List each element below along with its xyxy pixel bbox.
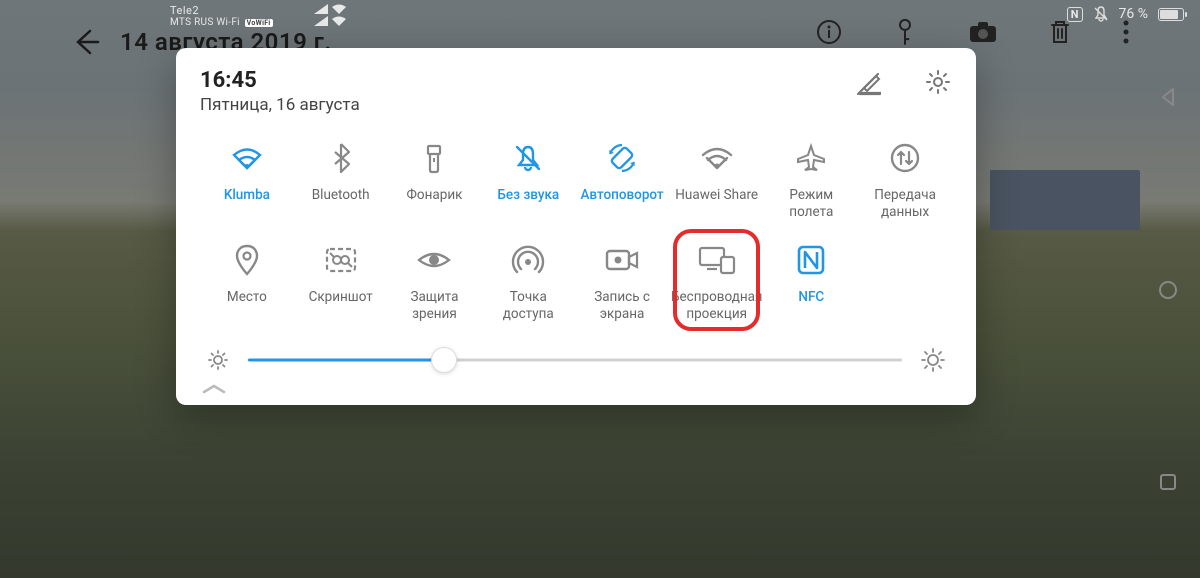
tile-label: Фонарик — [407, 187, 463, 223]
eye-comfort-icon — [416, 239, 452, 281]
tile-label: Huawei Share — [675, 187, 758, 223]
signal-icon — [314, 4, 346, 14]
nfc-indicator: N — [1067, 7, 1083, 22]
brightness-row — [200, 347, 952, 373]
tile-label: Точка доступа — [483, 289, 573, 325]
nav-recent[interactable] — [1158, 472, 1178, 492]
tile-label: Защита зрения — [390, 289, 480, 325]
nav-back[interactable] — [1157, 86, 1179, 108]
mute-icon — [513, 137, 543, 179]
system-nav — [1148, 0, 1188, 578]
flashlight-icon — [423, 137, 445, 179]
data-icon — [889, 137, 921, 179]
tile-label: Место — [227, 289, 267, 325]
wifi-icon — [332, 4, 346, 14]
wifi-icon-2 — [332, 16, 346, 26]
tile-data[interactable]: Передача данных — [858, 133, 952, 227]
tile-label: Беспроводная проекция — [671, 289, 762, 325]
quick-settings-panel: 16:45 Пятница, 16 августа Klumba Bluetoot… — [176, 48, 976, 405]
tile-label: NFC — [798, 289, 824, 325]
carrier-1: Tele2 — [170, 4, 273, 17]
panel-time: 16:45 — [200, 68, 360, 93]
panel-date: Пятница, 16 августа — [200, 95, 360, 115]
tile-eye-comfort[interactable]: Защита зрения — [388, 235, 482, 329]
tile-label: Автоповорот — [580, 187, 663, 223]
wireless-projection-icon — [697, 239, 737, 281]
tile-bluetooth[interactable]: Bluetooth — [294, 133, 388, 227]
tile-label: Запись с экрана — [577, 289, 667, 325]
signal-icon-2 — [314, 16, 346, 26]
tile-location[interactable]: Место — [200, 235, 294, 329]
battery-icon — [1158, 8, 1184, 21]
location-icon — [234, 239, 260, 281]
tile-airplane[interactable]: Режим полета — [764, 133, 858, 227]
vowifi-badge: VoWiFi — [245, 19, 273, 27]
tile-huawei-share[interactable]: Huawei Share — [669, 133, 764, 227]
settings-icon[interactable] — [924, 68, 952, 96]
tile-screen-record[interactable]: Запись с экрана — [575, 235, 669, 329]
tile-label: Скриншот — [309, 289, 373, 325]
carrier-2: MTS RUS Wi-Fi VoWiFi — [170, 17, 273, 28]
tile-label: Режим полета — [766, 187, 856, 223]
tile-nfc[interactable]: NFC — [764, 235, 858, 329]
bluetooth-icon — [331, 137, 351, 179]
tile-label: Передача данных — [860, 187, 950, 223]
tile-label: Klumba — [224, 187, 270, 223]
nav-home[interactable] — [1157, 279, 1179, 301]
huawei-share-icon — [700, 137, 734, 179]
screen-record-icon — [604, 239, 640, 281]
airplane-icon — [795, 137, 827, 179]
tile-mute[interactable]: Без звука — [481, 133, 575, 227]
back-button[interactable] — [70, 27, 100, 57]
tile-flashlight[interactable]: Фонарик — [388, 133, 482, 227]
brightness-low-icon — [206, 348, 230, 372]
hotspot-icon — [511, 239, 545, 281]
tile-hotspot[interactable]: Точка доступа — [481, 235, 575, 329]
tile-screenshot[interactable]: Скриншот — [294, 235, 388, 329]
wifi-icon — [230, 137, 264, 179]
battery-percent: 76 % — [1119, 6, 1148, 22]
tile-label: Без звука — [497, 187, 559, 223]
edit-icon[interactable] — [856, 68, 884, 96]
tile-wireless-projection[interactable]: Беспроводная проекция — [669, 235, 764, 329]
tile-wifi[interactable]: Klumba — [200, 133, 294, 227]
brightness-high-icon — [920, 347, 946, 373]
mute-indicator-icon — [1093, 6, 1109, 22]
status-bar: Tele2 MTS RUS Wi-Fi VoWiFi N 76 % — [0, 4, 1200, 26]
tile-label: Bluetooth — [312, 187, 370, 223]
nfc-icon — [796, 239, 826, 281]
tile-autorotate[interactable]: Автоповорот — [575, 133, 669, 227]
autorotate-icon — [606, 137, 638, 179]
screenshot-icon — [324, 239, 358, 281]
tiles-grid: Klumba Bluetooth Фонарик Без звука Автоповор… — [200, 133, 952, 329]
brightness-slider[interactable] — [248, 348, 902, 372]
panel-handle[interactable] — [200, 383, 952, 395]
